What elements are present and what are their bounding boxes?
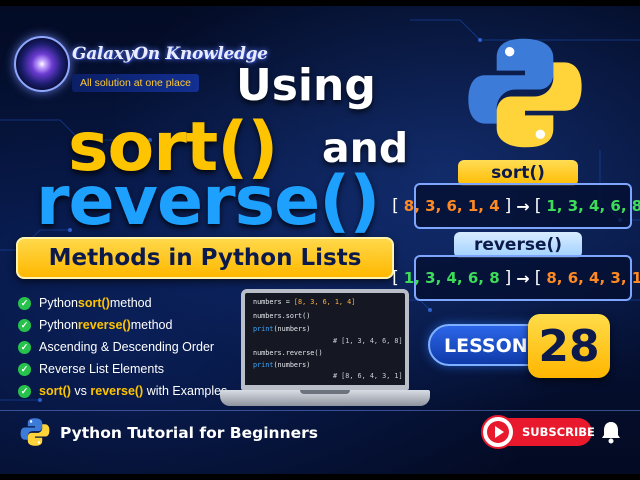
topic-highlight: sort() (77, 296, 110, 310)
topic-text: Ascending & Descending Order (39, 340, 215, 354)
bracket-close: ] (504, 268, 512, 288)
reverse-input-values: 1, 3, 4, 6, 8 (403, 269, 500, 287)
bracket-open: [ (392, 196, 399, 216)
code-line: numbers.reverse() (253, 349, 323, 357)
python-logo-icon (468, 38, 582, 148)
code-line: print(numbers) (253, 326, 310, 333)
sort-example-box: [ 8, 3, 6, 1, 4 ] → [ 1, 3, 4, 6, 8 ] (392, 183, 640, 229)
reverse-output-values: 8, 6, 4, 3, 1 (546, 269, 640, 287)
brand-tagline: All solution at one place (72, 74, 199, 92)
topic-text: with Examples (143, 384, 228, 398)
topic-text: Reverse List Elements (39, 362, 165, 376)
topic-text: Python (39, 296, 78, 310)
topic-item: ✓ Python sort() method (18, 292, 227, 314)
reverse-example-box: [ 1, 3, 4, 6, 8 ] → [ 8, 6, 4, 3, 1 ] (392, 255, 640, 301)
galaxy-icon (14, 36, 70, 92)
check-icon: ✓ (18, 318, 31, 332)
bracket-open: [ (392, 268, 399, 288)
bell-icon[interactable] (600, 420, 622, 444)
topic-item: ✓ Python reverse() method (18, 314, 227, 336)
sort-output-values: 1, 3, 4, 6, 8 (546, 197, 640, 215)
code-keyword: print (253, 325, 274, 333)
code-comment: # [1, 3, 4, 6, 8] (333, 337, 403, 345)
title-reverse-method: reverse() (36, 162, 380, 241)
bracket-close: ] (504, 196, 512, 216)
footer-title: Python Tutorial for Beginners (60, 424, 318, 442)
topic-item: ✓ sort() vs reverse() with Examples (18, 380, 227, 402)
topic-highlight: sort() (39, 384, 71, 398)
topic-list: ✓ Python sort() method ✓ Python reverse(… (18, 292, 227, 402)
code-literal: [8, 3, 6, 1, 4] (293, 298, 356, 306)
check-icon: ✓ (18, 340, 31, 354)
subtitle-text: Methods in Python Lists (48, 245, 362, 271)
code-line: numbers = [8, 3, 6, 1, 4] (253, 299, 355, 306)
bracket-open: [ (534, 196, 542, 216)
code-comment: # [8, 6, 4, 3, 1] (333, 372, 403, 380)
code-text: (numbers) (273, 325, 311, 333)
code-line: print(numbers) (253, 362, 310, 369)
lesson-number: 28 (528, 314, 610, 378)
code-line: numbers.sort() (253, 312, 311, 320)
topic-text: Python (39, 318, 78, 332)
lesson-label: LESSON (444, 335, 528, 357)
topic-highlight: reverse() (77, 318, 131, 332)
bracket-open: [ (534, 268, 542, 288)
topic-text: vs (70, 384, 91, 398)
arrow-right-icon: → (516, 196, 530, 216)
topic-item: ✓ Reverse List Elements (18, 358, 227, 380)
play-icon[interactable] (481, 415, 515, 449)
topic-text: method (130, 318, 173, 332)
thumbnail: GalaxyOn Knowledge All solution at one p… (0, 0, 640, 480)
laptop-notch (300, 390, 350, 394)
check-icon: ✓ (18, 384, 31, 398)
code-keyword: print (253, 361, 274, 369)
topic-item: ✓ Ascending & Descending Order (18, 336, 227, 358)
code-text: (numbers) (273, 361, 311, 369)
footer-divider (0, 410, 640, 411)
topic-highlight: reverse() (90, 384, 144, 398)
python-icon (20, 418, 50, 446)
title-using: Using (236, 60, 376, 111)
topic-text: method (109, 296, 152, 310)
code-text: numbers = (253, 298, 294, 306)
subtitle-banner: Methods in Python Lists (16, 237, 394, 279)
subscribe-label: SUBSCRIBE (522, 425, 595, 439)
arrow-right-icon: → (516, 268, 530, 288)
check-icon: ✓ (18, 362, 31, 376)
sort-input-values: 8, 3, 6, 1, 4 (403, 197, 500, 215)
check-icon: ✓ (18, 296, 31, 310)
